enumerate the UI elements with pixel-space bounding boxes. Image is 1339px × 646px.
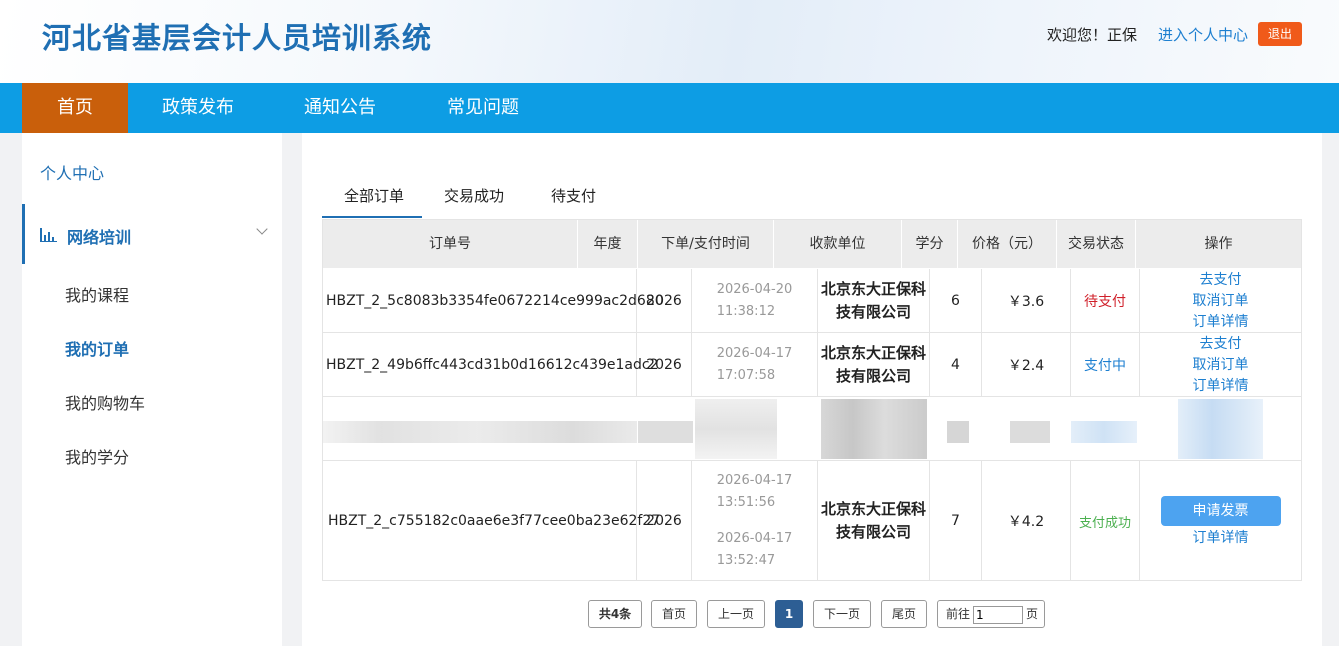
order-price: ￥4.2 bbox=[982, 461, 1071, 581]
cancel-order-link[interactable]: 取消订单 bbox=[1193, 356, 1249, 374]
sidebar-group-online-training[interactable]: 网络培训 bbox=[22, 204, 282, 264]
pagination-next-button[interactable]: 下一页 bbox=[813, 600, 871, 628]
nav-home[interactable]: 首页 bbox=[22, 83, 128, 133]
th-time: 下单/支付时间 bbox=[638, 220, 774, 268]
order-price: ￥2.4 bbox=[982, 333, 1071, 396]
pagination-page-1[interactable]: 1 bbox=[775, 600, 803, 628]
order-time: 2026-04-17 13:51:56 2026-04-17 13:52:47 bbox=[692, 461, 818, 581]
personal-center-link[interactable]: 进入个人中心 bbox=[1158, 24, 1248, 45]
status-badge: 支付成功 bbox=[1071, 461, 1140, 581]
order-payee: 北京东大正保科 技有限公司 bbox=[818, 461, 930, 581]
goto-suffix: 页 bbox=[1026, 607, 1039, 621]
tab-active-indicator bbox=[322, 216, 422, 218]
order-payee: 北京东大正保科 技有限公司 bbox=[818, 333, 930, 396]
goto-page-input[interactable] bbox=[973, 606, 1023, 624]
order-year: 2026 bbox=[637, 461, 692, 581]
pay-link[interactable]: 去支付 bbox=[1200, 271, 1242, 289]
table-row: HBZT_2_5c8083b3354fe0672214ce999ac2d680 … bbox=[323, 269, 1301, 333]
order-no: HBZT_2_5c8083b3354fe0672214ce999ac2d680 bbox=[323, 269, 664, 332]
sidebar-item-courses[interactable]: 我的课程 bbox=[65, 282, 129, 306]
chevron-down-icon bbox=[256, 223, 268, 235]
pagination-goto: 前往 页 bbox=[937, 600, 1045, 628]
order-actions: 去支付 取消订单 订单详情 bbox=[1140, 333, 1301, 396]
order-credits: 6 bbox=[930, 269, 982, 332]
th-status: 交易状态 bbox=[1057, 220, 1136, 268]
order-credits: 4 bbox=[930, 333, 982, 396]
th-price: 价格（元） bbox=[958, 220, 1057, 268]
header: 河北省基层会计人员培训系统 欢迎您！正保 进入个人中心 退出 bbox=[0, 0, 1339, 83]
order-credits: 7 bbox=[930, 461, 982, 581]
pagination-total: 共4条 bbox=[588, 600, 642, 628]
th-year: 年度 bbox=[578, 220, 638, 268]
main-nav: 首页 政策发布 通知公告 常见问题 bbox=[0, 83, 1339, 133]
cancel-order-link[interactable]: 取消订单 bbox=[1193, 292, 1249, 310]
sidebar-item-cart[interactable]: 我的购物车 bbox=[65, 390, 145, 414]
order-detail-link[interactable]: 订单详情 bbox=[1193, 377, 1249, 395]
sidebar-item-credits[interactable]: 我的学分 bbox=[65, 444, 129, 468]
pagination-first-button[interactable]: 首页 bbox=[651, 600, 697, 628]
table-row: HBZT_2_49b6ffc443cd31b0d16612c439e1adc2 … bbox=[323, 333, 1301, 397]
order-year: 2026 bbox=[637, 269, 692, 332]
order-actions: 申请发票 订单详情 bbox=[1140, 461, 1301, 581]
order-time: 2026-04-17 17:07:58 bbox=[692, 333, 818, 396]
th-payee: 收款单位 bbox=[774, 220, 902, 268]
th-credits: 学分 bbox=[902, 220, 958, 268]
status-badge: 支付中 bbox=[1071, 333, 1140, 396]
status-badge: 待支付 bbox=[1071, 269, 1140, 332]
pay-link[interactable]: 去支付 bbox=[1200, 335, 1242, 353]
order-price: ￥3.6 bbox=[982, 269, 1071, 332]
tab-pending[interactable]: 待支付 bbox=[551, 185, 596, 206]
tab-success[interactable]: 交易成功 bbox=[444, 185, 504, 206]
orders-table: 订单号 年度 下单/支付时间 收款单位 学分 价格（元） 交易状态 操作 HBZ… bbox=[322, 219, 1302, 581]
order-no: HBZT_2_c755182c0aae6e3f77cee0ba23e62f27 bbox=[323, 461, 660, 581]
sidebar: 个人中心 网络培训 我的课程 我的订单 我的购物车 我的学分 bbox=[22, 133, 282, 646]
table-row: HBZT_2_c755182c0aae6e3f77cee0ba23e62f27 … bbox=[323, 461, 1301, 581]
nav-notice[interactable]: 通知公告 bbox=[285, 83, 395, 133]
apply-invoice-button[interactable]: 申请发票 bbox=[1160, 495, 1281, 526]
order-actions: 去支付 取消订单 订单详情 bbox=[1140, 269, 1301, 332]
pagination-prev-button[interactable]: 上一页 bbox=[707, 600, 765, 628]
pagination-last-button[interactable]: 尾页 bbox=[881, 600, 927, 628]
order-year: 2026 bbox=[637, 333, 692, 396]
order-no: HBZT_2_49b6ffc443cd31b0d16612c439e1adc2 bbox=[323, 333, 658, 396]
order-detail-link[interactable]: 订单详情 bbox=[1193, 529, 1249, 547]
sidebar-personal-center[interactable]: 个人中心 bbox=[40, 160, 104, 184]
sidebar-item-orders[interactable]: 我的订单 bbox=[65, 336, 129, 360]
order-detail-link[interactable]: 订单详情 bbox=[1193, 313, 1249, 331]
tab-all-orders[interactable]: 全部订单 bbox=[344, 185, 404, 206]
th-actions: 操作 bbox=[1204, 236, 1233, 252]
nav-faq[interactable]: 常见问题 bbox=[428, 83, 538, 133]
th-order-no: 订单号 bbox=[323, 220, 578, 268]
table-header: 订单号 年度 下单/支付时间 收款单位 学分 价格（元） 交易状态 操作 bbox=[323, 220, 1301, 268]
main-content: 全部订单 交易成功 待支付 订单号 年度 下单/支付时间 收款单位 学分 价格（… bbox=[302, 133, 1322, 646]
blurred-row bbox=[323, 397, 1301, 461]
order-payee: 北京东大正保科 技有限公司 bbox=[818, 269, 930, 332]
welcome-text: 欢迎您！正保 bbox=[1047, 26, 1138, 44]
nav-policy[interactable]: 政策发布 bbox=[143, 83, 253, 133]
sidebar-group-label: 网络培训 bbox=[67, 228, 132, 247]
bar-chart-icon bbox=[40, 228, 58, 242]
logout-button[interactable]: 退出 bbox=[1258, 22, 1302, 46]
goto-prefix: 前往 bbox=[946, 607, 971, 621]
site-title: 河北省基层会计人员培训系统 bbox=[42, 21, 433, 55]
order-time: 2026-04-20 11:38:12 bbox=[692, 269, 818, 332]
